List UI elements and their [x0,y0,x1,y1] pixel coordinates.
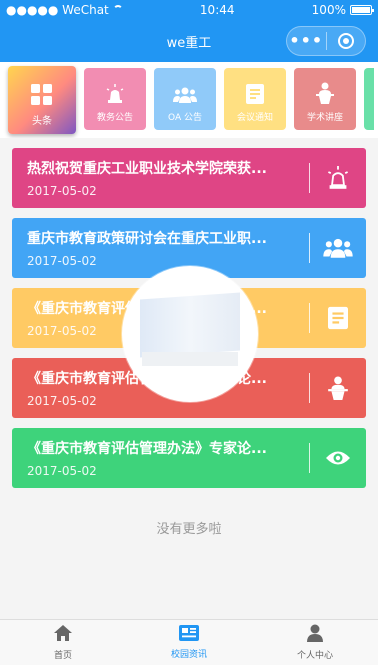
category-academic-notices[interactable]: 教务公告 [84,68,146,130]
miniprogram-capsule: ••• [286,26,366,56]
tab-label: 个人中心 [296,651,333,661]
grid-icon [31,84,53,106]
news-title: 重庆市教育政策研讨会在重庆工业职... [27,231,267,247]
siren-icon [310,166,366,190]
siren-icon [105,84,125,104]
tab-campus-news[interactable]: 校园资讯 [126,620,252,665]
battery-icon [349,5,374,15]
group-icon [173,86,197,104]
category-lectures[interactable]: 学术讲座 [294,68,356,130]
eye-icon [310,449,366,467]
news-title: 《重庆市教育评估管理办法》专家论... [27,441,267,457]
category-strip: 头条 教务公告 OA 公告 会议通知 学术讲座 [0,62,378,138]
tab-label: 首页 [53,651,72,661]
news-title: 热烈祝贺重庆工业职业技术学院荣获... [27,161,267,177]
header: ●●●●● WeChat 10:44 100% we重工 ••• [0,0,378,62]
loading-overlay [122,266,258,402]
category-label: 会议通知 [236,113,273,123]
category-label: 学术讲座 [306,113,343,123]
tab-label: 校园资讯 [170,650,207,660]
lecture-icon [310,376,366,400]
home-icon [53,624,73,645]
tab-bar: 首页 校园资讯 个人中心 [0,619,378,665]
tab-profile[interactable]: 个人中心 [252,620,378,665]
wifi-icon [112,5,123,15]
category-label: 头条 [32,116,52,127]
group-icon [310,237,366,259]
page-title: we重工 [166,35,212,51]
more-menu-button[interactable]: ••• [287,27,326,55]
user-icon [306,624,324,645]
nav-bar: we重工 ••• [0,20,378,62]
category-next-peek[interactable] [364,68,374,130]
news-date: 2017-05-02 [27,254,97,268]
category-label: 教务公告 [96,113,133,123]
news-date: 2017-05-02 [27,464,97,478]
carrier-label: ●●●●● WeChat [6,3,109,17]
clock: 10:44 [199,3,235,17]
news-icon [179,625,199,644]
target-icon [337,33,354,49]
category-oa-notices[interactable]: OA 公告 [154,68,216,130]
document-icon [310,306,366,330]
category-label: OA 公告 [168,113,202,123]
news-card[interactable]: 《重庆市教育评估管理办法》专家论... 2017-05-02 [12,428,366,488]
news-date: 2017-05-02 [27,184,97,198]
end-of-list-text: 没有更多啦 [156,522,222,537]
lecture-icon [315,82,335,104]
news-card[interactable]: 热烈祝贺重庆工业职业技术学院荣获... 2017-05-02 [12,148,366,208]
battery-label: 100% [311,3,346,17]
document-icon [246,84,264,104]
status-bar: ●●●●● WeChat 10:44 100% [0,0,378,20]
category-meeting-notices[interactable]: 会议通知 [224,68,286,130]
tab-home[interactable]: 首页 [0,620,126,665]
category-headlines[interactable]: 头条 [8,66,76,134]
close-miniprogram-button[interactable] [327,33,366,49]
